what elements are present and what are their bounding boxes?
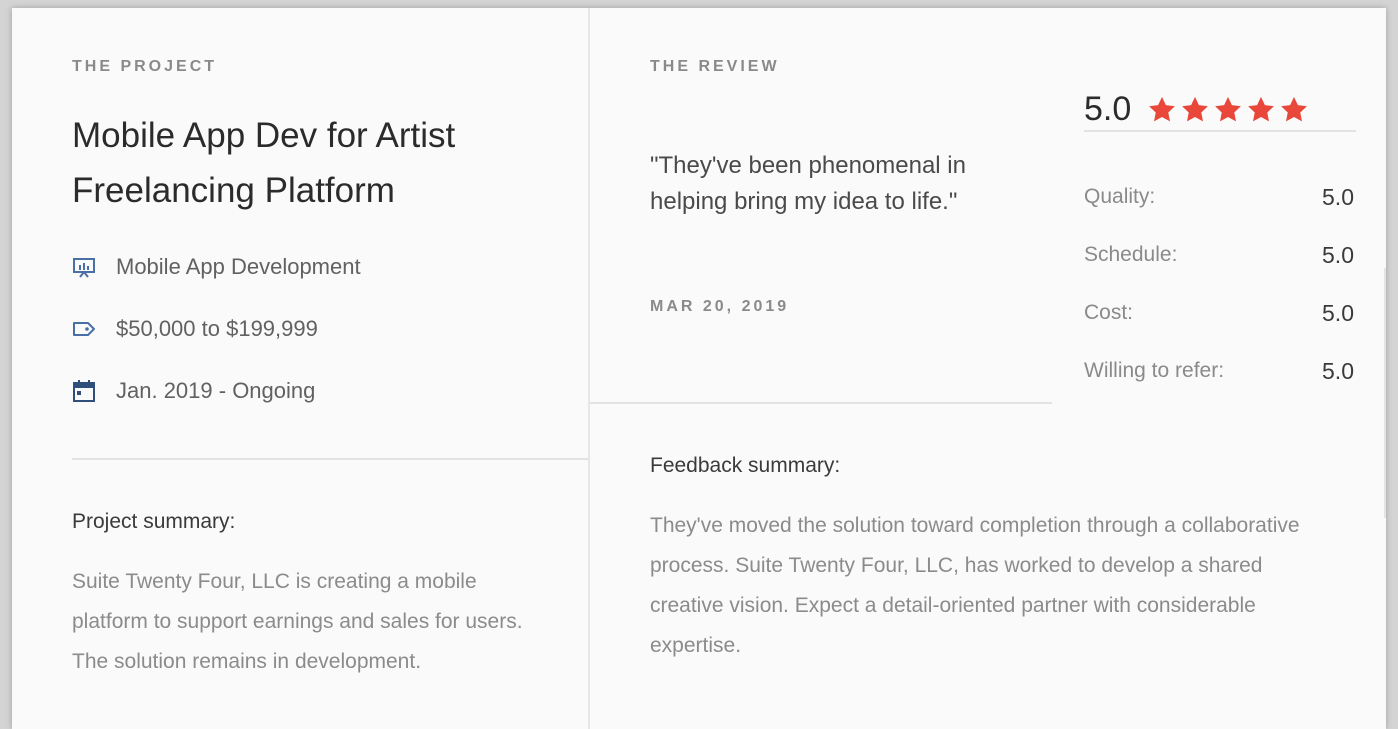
review-card: THE PROJECT Mobile App Dev for Artist Fr… (12, 8, 1386, 729)
review-date: MAR 20, 2019 (650, 298, 790, 315)
project-budget-text: $50,000 to $199,999 (116, 316, 318, 341)
project-summary-text: Suite Twenty Four, LLC is creating a mob… (72, 570, 523, 673)
overall-score: 5.0 (1084, 90, 1132, 128)
star-icon (1213, 95, 1243, 125)
project-service-text: Mobile App Development (116, 254, 361, 279)
project-budget-row: $50,000 to $199,999 (72, 316, 318, 342)
rating-label: Willing to refer: (1084, 359, 1225, 382)
rating-row: Cost: 5.0 (1084, 284, 1354, 342)
feedback-summary-heading: Feedback summary: (650, 454, 841, 477)
overall-rating: 5.0 (1084, 90, 1312, 129)
rating-divider (1084, 130, 1356, 132)
rating-label: Quality: (1084, 185, 1156, 208)
rating-value: 5.0 (1322, 299, 1354, 326)
rating-row: Quality: 5.0 (1084, 168, 1354, 226)
star-icon (1180, 95, 1210, 125)
rating-row: Schedule: 5.0 (1084, 226, 1354, 284)
rating-breakdown: Quality: 5.0 Schedule: 5.0 Cost: 5.0 Willing t… (1084, 168, 1354, 400)
rating-value: 5.0 (1322, 357, 1354, 384)
star-icon (1279, 95, 1309, 125)
rating-value: 5.0 (1322, 241, 1354, 268)
project-divider (72, 458, 588, 460)
project-service-row: Mobile App Development (72, 254, 361, 280)
feedback-summary-text: They've moved the solution toward comple… (650, 514, 1300, 657)
rating-label: Schedule: (1084, 243, 1178, 266)
column-divider (588, 8, 590, 729)
star-icon (1147, 95, 1177, 125)
star-icon (1246, 95, 1276, 125)
tag-icon (72, 317, 96, 341)
rating-label: Cost: (1084, 301, 1134, 324)
presentation-icon (72, 255, 96, 279)
project-timeline-row: Jan. 2019 - Ongoing (72, 378, 315, 404)
project-timeline-text: Jan. 2019 - Ongoing (116, 378, 316, 403)
review-quote: "They've been phenomenal in helping brin… (650, 152, 966, 215)
review-divider (590, 402, 1052, 404)
scrollbar-track[interactable] (1384, 268, 1386, 518)
project-title: Mobile App Dev for Artist Freelancing Pl… (72, 116, 456, 210)
review-eyebrow: THE REVIEW (650, 58, 780, 75)
calendar-icon (72, 379, 96, 403)
star-rating (1147, 95, 1312, 125)
rating-value: 5.0 (1322, 183, 1354, 210)
rating-row: Willing to refer: 5.0 (1084, 342, 1354, 400)
project-eyebrow: THE PROJECT (72, 58, 218, 75)
project-summary-heading: Project summary: (72, 510, 236, 533)
